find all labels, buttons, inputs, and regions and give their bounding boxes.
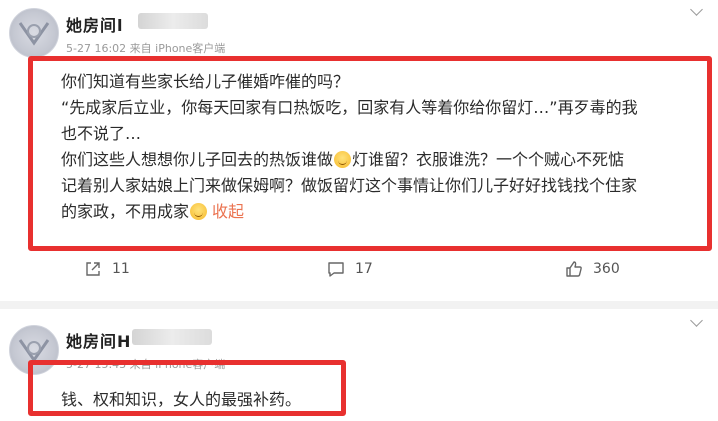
post-body-line: 也不说了…: [61, 124, 142, 143]
smile-emoji: [334, 151, 352, 168]
post-body-segment: 你们这些人想想你儿子回去的热饭谁做: [61, 150, 334, 169]
post-body-line: 钱、权和知识，女人的最强补药。: [61, 390, 302, 409]
post-body-line: “先成家后立业，你每天回家有口热饭吃，回家有人等着你给你留灯…”再歹毒的我: [61, 98, 638, 117]
post-card: 她房间l 5-27 16:02 来自 iPhone客户端 你们知道有些家长给儿子…: [0, 0, 718, 301]
like-icon: [565, 260, 583, 278]
username[interactable]: 她房间H: [66, 328, 131, 352]
comment-button[interactable]: 17: [327, 256, 373, 282]
username[interactable]: 她房间l: [66, 12, 124, 36]
chevron-down-icon[interactable]: [690, 3, 703, 16]
repost-button[interactable]: 11: [84, 256, 130, 282]
smile-emoji: [190, 203, 208, 220]
collapse-link[interactable]: 收起: [212, 202, 244, 221]
repost-icon: [84, 260, 102, 278]
like-count: 360: [593, 261, 620, 277]
repost-count: 11: [112, 261, 130, 277]
redacted-username-blur: [132, 329, 212, 345]
avatar[interactable]: [9, 8, 59, 58]
post-body-segment: 灯谁留？衣服谁洗？一个个贼心不死惦: [352, 150, 625, 169]
comment-count: 17: [355, 261, 373, 277]
like-button[interactable]: 360: [565, 256, 620, 282]
post-divider: [0, 301, 718, 309]
comment-icon: [327, 260, 345, 278]
post-meta: 5-27 16:02 来自 iPhone客户端: [66, 42, 226, 55]
chevron-down-icon[interactable]: [690, 314, 703, 327]
post-body: 钱、权和知识，女人的最强补药。: [61, 387, 341, 413]
post-body-line: 你们这些人想想你儿子回去的热饭谁做 灯谁留？衣服谁洗？一个个贼心不死惦: [61, 147, 682, 173]
post-body-line: 你们知道有些家长给儿子催婚咋催的吗？: [61, 72, 350, 91]
post-card: 她房间H 5-27 15:43 来自 iPhone客户端 钱、权和知识，女人的最…: [0, 309, 718, 421]
redacted-username-blur: [138, 13, 208, 29]
post-body-line: 记着别人家姑娘上门来做保姆啊？做饭留灯这个事情让你们儿子好好找钱找个住家: [61, 176, 638, 195]
post-body: 你们知道有些家长给儿子催婚咋催的吗？ “先成家后立业，你每天回家有口热饭吃，回家…: [61, 69, 682, 225]
action-bar: 11 17 360: [0, 256, 718, 286]
post-body-segment: 的家政，不用成家: [61, 202, 190, 221]
post-body-line: 的家政，不用成家 收起: [61, 199, 682, 225]
